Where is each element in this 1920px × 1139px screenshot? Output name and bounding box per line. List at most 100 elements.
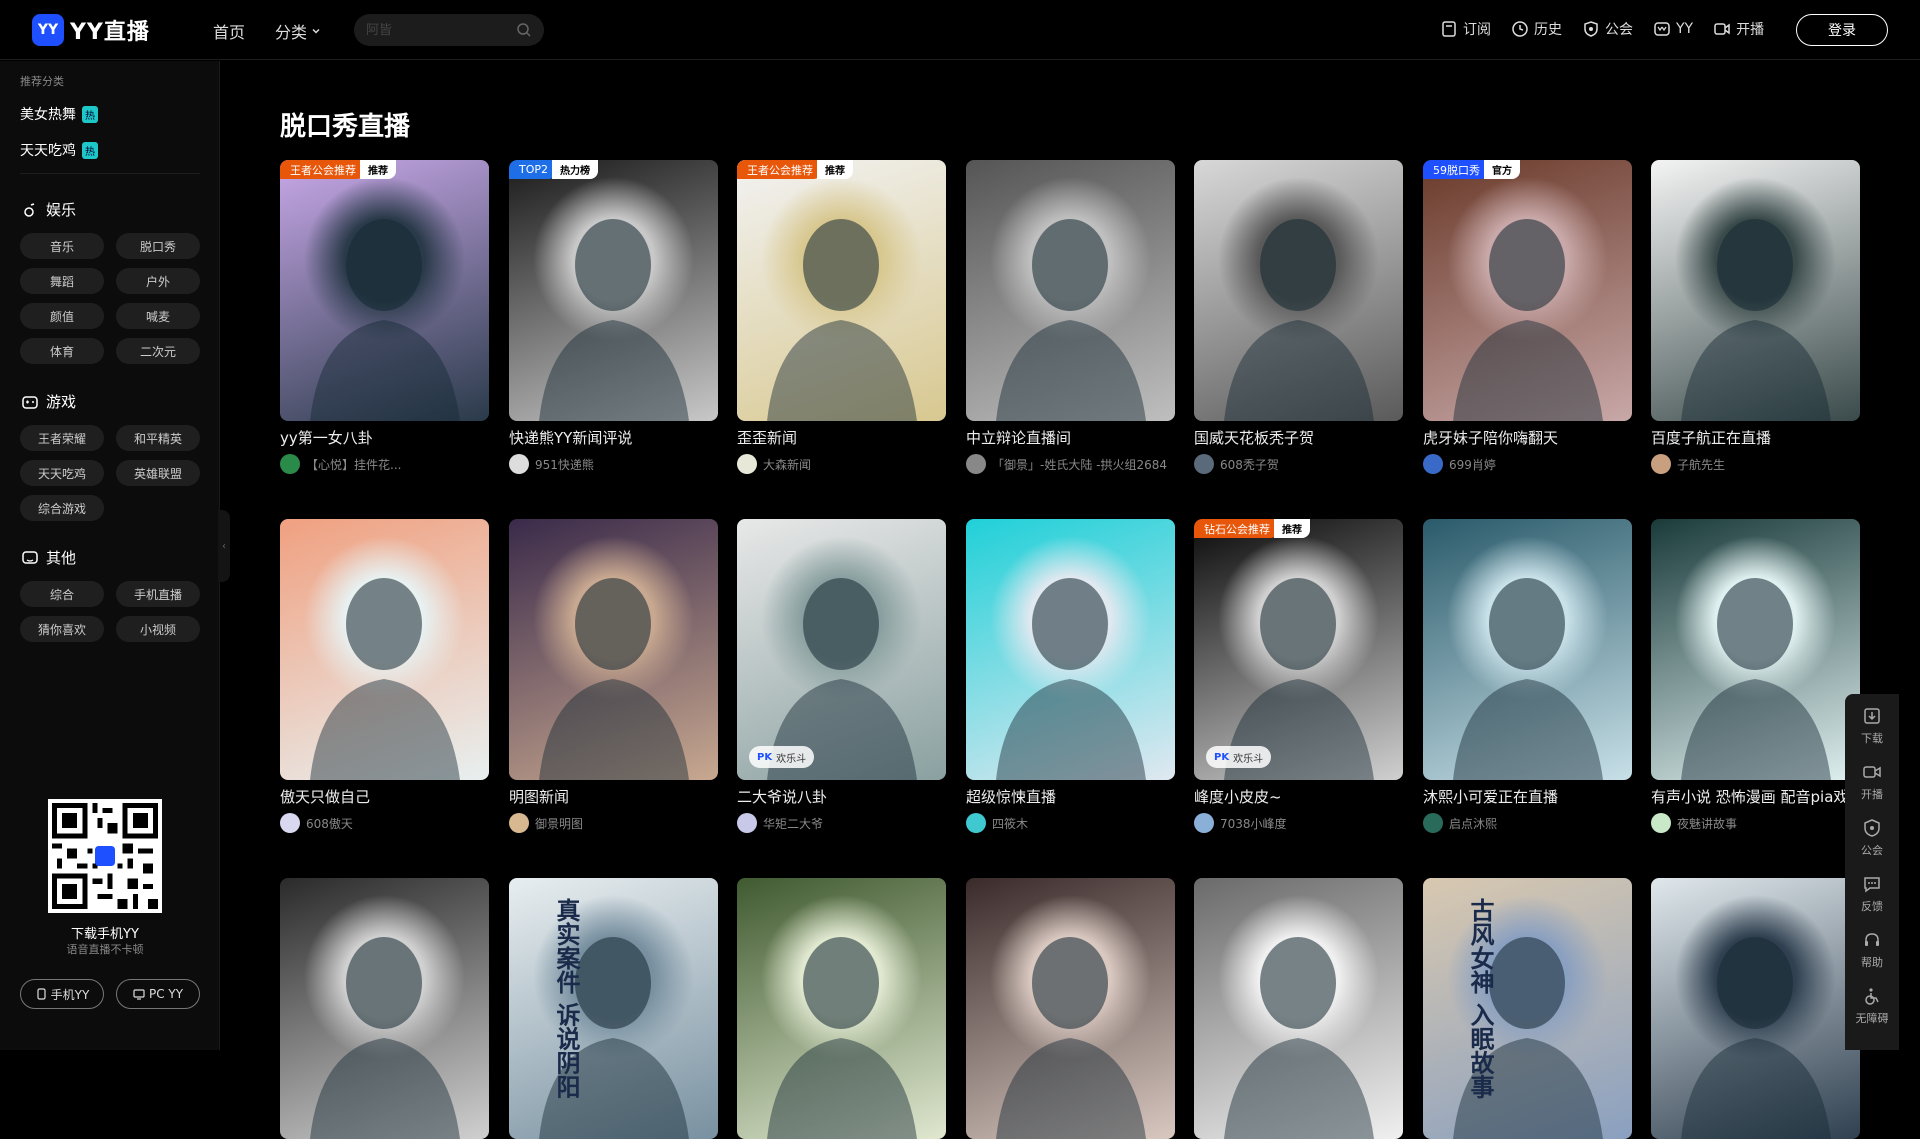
search-input[interactable] — [366, 22, 506, 38]
tag-mobile-live[interactable]: 手机直播 — [116, 581, 200, 607]
avatar — [737, 813, 757, 833]
tool-guild[interactable]: 公会 — [1845, 818, 1899, 858]
live-thumbnail[interactable]: 王者公会推荐 推荐 — [737, 160, 946, 421]
tool-download[interactable]: 下载 — [1845, 706, 1899, 746]
badge-tag: 推荐 — [817, 160, 853, 179]
live-thumbnail[interactable]: 古风女神 入眠故事 — [1423, 878, 1632, 1139]
live-room-card[interactable]: 真实案件 诉说阴阳 — [509, 878, 718, 1139]
live-thumbnail[interactable]: 钻石公会推荐 推荐 PK 欢乐斗 — [1194, 519, 1403, 780]
live-room-title[interactable]: 百度子航正在直播 — [1651, 427, 1860, 448]
live-thumbnail[interactable]: 王者公会推荐 推荐 — [280, 160, 489, 421]
tool-feedback[interactable]: 反馈 — [1845, 874, 1899, 914]
tag-all-games[interactable]: 综合游戏 — [20, 495, 104, 521]
tag-general[interactable]: 综合 — [20, 581, 104, 607]
live-room-card[interactable]: 傲天只做自己 608傲天 — [280, 519, 489, 833]
tag-anime[interactable]: 二次元 — [116, 338, 200, 364]
live-room-title[interactable]: 二大爷说八卦 — [737, 786, 946, 807]
live-thumbnail[interactable] — [966, 519, 1175, 780]
tag-looks[interactable]: 颜值 — [20, 303, 104, 329]
live-thumbnail[interactable] — [737, 878, 946, 1139]
live-thumbnail[interactable] — [966, 878, 1175, 1139]
live-room-card[interactable]: 百度子航正在直播 子航先生 — [1651, 160, 1860, 474]
live-room-title[interactable]: 有声小说 恐怖漫画 配音pia戏 — [1651, 786, 1860, 807]
live-room-card[interactable] — [737, 878, 946, 1139]
live-room-card[interactable]: 沐熙小可爱正在直播 启点沐熙 — [1423, 519, 1632, 833]
live-thumbnail[interactable]: 59脱口秀 官方 — [1423, 160, 1632, 421]
nav-guild[interactable]: 公会 — [1582, 19, 1633, 39]
live-room-card[interactable]: 王者公会推荐 推荐 歪歪新闻 大森新闻 — [737, 160, 946, 474]
tool-help[interactable]: 帮助 — [1845, 930, 1899, 970]
nav-home[interactable]: 首页 — [213, 19, 245, 43]
tag-music[interactable]: 音乐 — [20, 233, 104, 259]
live-room-card[interactable] — [1194, 878, 1403, 1139]
live-room-card[interactable] — [1651, 878, 1860, 1139]
live-thumbnail[interactable]: 真实案件 诉说阴阳 — [509, 878, 718, 1139]
live-room-card[interactable]: 中立辩论直播间 「御景」-姓氏大陆 -拱火组2684 — [966, 160, 1175, 474]
tag-lol[interactable]: 英雄联盟 — [116, 460, 200, 486]
live-room-title[interactable]: 沐熙小可爱正在直播 — [1423, 786, 1632, 807]
live-room-card[interactable]: 国威天花板秃子贺 608秃子贺 — [1194, 160, 1403, 474]
live-room-title[interactable]: 中立辩论直播间 — [966, 427, 1175, 448]
live-thumbnail[interactable]: PK 欢乐斗 — [737, 519, 946, 780]
live-room-card[interactable]: PK 欢乐斗二大爷说八卦华矩二大爷 — [737, 519, 946, 833]
sidebar-collapse-handle[interactable]: ‹ — [218, 510, 230, 582]
live-thumbnail[interactable]: TOP2 热力榜 — [509, 160, 718, 421]
live-thumbnail[interactable] — [280, 878, 489, 1139]
live-room-card[interactable]: 王者公会推荐 推荐 yy第一女八卦 【心悦】挂件花... — [280, 160, 489, 474]
live-room-title[interactable]: 明图新闻 — [509, 786, 718, 807]
live-room-card[interactable]: TOP2 热力榜 快递熊YY新闻评说 951快递熊 — [509, 160, 718, 474]
tag-outdoor[interactable]: 户外 — [116, 268, 200, 294]
nav-history[interactable]: 历史 — [1511, 19, 1562, 39]
tool-accessibility[interactable]: 无障碍 — [1845, 986, 1899, 1026]
live-room-card[interactable] — [966, 878, 1175, 1139]
anchor-name: 华矩二大爷 — [763, 816, 824, 831]
live-room-title[interactable]: 国威天花板秃子贺 — [1194, 427, 1403, 448]
rec-item-dance[interactable]: 美女热舞 热 — [20, 104, 98, 124]
live-room-title[interactable]: 快递熊YY新闻评说 — [509, 427, 718, 448]
live-thumbnail[interactable] — [280, 519, 489, 780]
live-thumbnail[interactable] — [1651, 519, 1860, 780]
live-room-title[interactable]: 虎牙妹子陪你嗨翻天 — [1423, 427, 1632, 448]
live-thumbnail[interactable] — [966, 160, 1175, 421]
live-thumbnail[interactable] — [1194, 160, 1403, 421]
live-room-title[interactable]: 超级惊悚直播 — [966, 786, 1175, 807]
live-room-card[interactable]: 有声小说 恐怖漫画 配音pia戏 夜魅讲故事 — [1651, 519, 1860, 833]
yy-logo[interactable]: YY YY直播 — [32, 14, 150, 46]
tool-broadcast[interactable]: 开播 — [1845, 762, 1899, 802]
rec-item-pubg[interactable]: 天天吃鸡 热 — [20, 140, 98, 160]
tag-short-video[interactable]: 小视频 — [116, 616, 200, 642]
live-thumbnail[interactable] — [509, 519, 718, 780]
live-room-title[interactable]: 歪歪新闻 — [737, 427, 946, 448]
live-room-card[interactable] — [280, 878, 489, 1139]
live-thumbnail[interactable] — [1651, 878, 1860, 1139]
tag-shout[interactable]: 喊麦 — [116, 303, 200, 329]
live-thumbnail[interactable] — [1651, 160, 1860, 421]
tag-talkshow[interactable]: 脱口秀 — [116, 233, 200, 259]
streamer-silhouette — [310, 937, 460, 1139]
live-room-card[interactable]: 古风女神 入眠故事 — [1423, 878, 1632, 1139]
live-thumbnail[interactable] — [1194, 878, 1403, 1139]
tag-honor-of-kings[interactable]: 王者荣耀 — [20, 425, 104, 451]
mobile-yy-button[interactable]: 手机YY — [20, 979, 104, 1009]
login-button[interactable]: 登录 — [1796, 14, 1888, 46]
tag-sports[interactable]: 体育 — [20, 338, 104, 364]
search-icon[interactable] — [516, 22, 532, 38]
nav-category[interactable]: 分类 — [275, 19, 321, 43]
pc-yy-button[interactable]: PC YY — [116, 979, 200, 1009]
live-thumbnail[interactable] — [1423, 519, 1632, 780]
live-room-title[interactable]: 傲天只做自己 — [280, 786, 489, 807]
live-room-card[interactable]: 明图新闻 御景明图 — [509, 519, 718, 833]
gamepad-icon — [22, 395, 38, 409]
nav-subscribe[interactable]: 订阅 — [1440, 19, 1491, 39]
tag-guess-you-like[interactable]: 猜你喜欢 — [20, 616, 104, 642]
nav-broadcast[interactable]: 开播 — [1713, 19, 1764, 39]
tag-dance[interactable]: 舞蹈 — [20, 268, 104, 294]
tag-pubg[interactable]: 天天吃鸡 — [20, 460, 104, 486]
live-room-card[interactable]: 59脱口秀 官方 虎牙妹子陪你嗨翻天 699肖婷 — [1423, 160, 1632, 474]
nav-yy[interactable]: YY — [1653, 19, 1693, 39]
live-room-title[interactable]: 峰度小皮皮~ — [1194, 786, 1403, 807]
tag-peacekeeper[interactable]: 和平精英 — [116, 425, 200, 451]
live-room-card[interactable]: 超级惊悚直播 四筱木 — [966, 519, 1175, 833]
live-room-title[interactable]: yy第一女八卦 — [280, 427, 489, 448]
live-room-card[interactable]: 钻石公会推荐 推荐 PK 欢乐斗 峰度小皮皮~ 7038小峰度 — [1194, 519, 1403, 833]
